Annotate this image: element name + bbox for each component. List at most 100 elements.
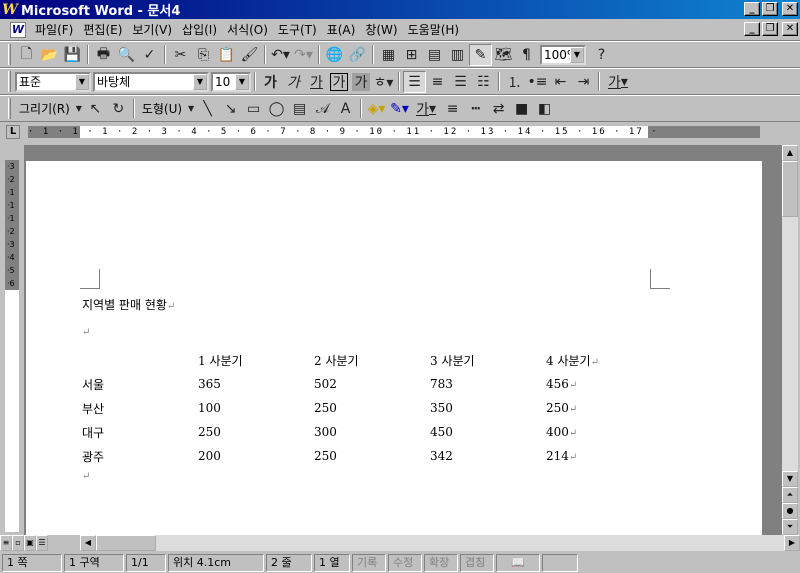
line-icon[interactable]: ╲ bbox=[196, 98, 219, 120]
decrease-indent-icon[interactable]: ⇤ bbox=[549, 71, 572, 93]
menu-format[interactable]: 서식(O) bbox=[222, 21, 273, 38]
browse-object-icon[interactable]: ● bbox=[782, 503, 798, 519]
font-size-dropdown[interactable]: 10 ▼ bbox=[211, 71, 251, 92]
font-dropdown[interactable]: 바탕체 ▼ bbox=[93, 71, 209, 92]
chevron-down-icon[interactable]: ▼ bbox=[570, 46, 584, 63]
draw-menu-button[interactable]: 그리기(R) bbox=[15, 100, 74, 117]
italic-button[interactable]: 가 bbox=[282, 71, 305, 93]
print-icon[interactable]: 🖶 bbox=[92, 44, 115, 66]
underline-button[interactable]: 가 bbox=[305, 71, 328, 93]
columns-icon[interactable]: ▥ bbox=[446, 44, 469, 66]
bold-button[interactable]: 가 bbox=[259, 71, 282, 93]
new-document-icon[interactable]: 🗋 bbox=[15, 44, 38, 66]
word-app-icon[interactable]: W bbox=[2, 2, 18, 18]
align-right-icon[interactable]: ☰ bbox=[449, 71, 472, 93]
font-color-button[interactable]: 가 ▾ bbox=[603, 71, 633, 93]
chevron-down-icon[interactable]: ▼ bbox=[193, 73, 207, 90]
next-page-icon[interactable]: ⏷ bbox=[782, 519, 798, 535]
char-border-button[interactable]: 가 bbox=[330, 72, 348, 91]
insert-table-icon[interactable]: ⊞ bbox=[400, 44, 423, 66]
paste-icon[interactable]: 📋 bbox=[215, 44, 238, 66]
spelling-status-icon[interactable]: 📖 bbox=[496, 554, 540, 572]
menu-file[interactable]: 파일(F) bbox=[30, 21, 78, 38]
previous-page-icon[interactable]: ⏶ bbox=[782, 487, 798, 503]
scroll-up-arrow-icon[interactable]: ▲ bbox=[782, 145, 798, 161]
justify-icon[interactable]: ☷ bbox=[472, 71, 495, 93]
toolbar-grip[interactable] bbox=[8, 98, 11, 119]
restore-button[interactable]: ❐ bbox=[762, 2, 778, 16]
char-shading-button[interactable]: 가 bbox=[352, 72, 370, 91]
doc-close-button[interactable]: ✕ bbox=[782, 22, 798, 36]
status-rec[interactable]: 기록 bbox=[352, 554, 386, 572]
style-dropdown[interactable]: 표준 ▼ bbox=[15, 71, 91, 92]
vertical-scroll-thumb[interactable] bbox=[782, 161, 798, 217]
shadow-icon[interactable]: ■ bbox=[510, 98, 533, 120]
menu-tools[interactable]: 도구(T) bbox=[273, 21, 322, 38]
document-page[interactable]: 지역별 판매 현황↵ ↵ 1 사분기 2 사분기 3 사분기 4 사분기↵ 서울… bbox=[26, 161, 762, 535]
arrow-style-icon[interactable]: ⇄ bbox=[487, 98, 510, 120]
show-hide-icon[interactable]: ¶ bbox=[515, 44, 538, 66]
zoom-dropdown[interactable]: 100% ▼ bbox=[540, 44, 586, 65]
undo-icon[interactable]: ↶▾ bbox=[269, 44, 292, 66]
fill-color-icon[interactable]: ◈▾ bbox=[365, 98, 388, 120]
horizontal-scroll-thumb[interactable] bbox=[96, 535, 156, 551]
status-trk[interactable]: 수정 bbox=[388, 554, 422, 572]
tab-selector[interactable]: L bbox=[6, 125, 20, 139]
chevron-down-icon[interactable]: ▼ bbox=[186, 98, 196, 120]
insert-worksheet-icon[interactable]: ▤ bbox=[423, 44, 446, 66]
numbering-icon[interactable]: ⒈ bbox=[503, 71, 526, 93]
format-painter-icon[interactable]: 🖌 bbox=[238, 44, 261, 66]
menu-window[interactable]: 창(W) bbox=[360, 21, 402, 38]
line-style-icon[interactable]: ≡ bbox=[441, 98, 464, 120]
line-color-icon[interactable]: ✎▾ bbox=[388, 98, 411, 120]
toolbar-grip[interactable] bbox=[8, 71, 11, 92]
toolbar-grip[interactable] bbox=[8, 44, 11, 65]
align-center-icon[interactable]: ≡ bbox=[426, 71, 449, 93]
menu-view[interactable]: 보기(V) bbox=[127, 21, 177, 38]
status-ovr[interactable]: 겹침 bbox=[460, 554, 494, 572]
arrow-icon[interactable]: ↘ bbox=[219, 98, 242, 120]
chevron-down-icon[interactable]: ▼ bbox=[75, 73, 89, 90]
copy-icon[interactable]: ⎘ bbox=[192, 44, 215, 66]
vertical-ruler[interactable]: ·3·2·1·1·1·2·3·4·5·6 bbox=[5, 160, 19, 532]
vertical-scrollbar[interactable]: ▲ ▼ ⏶ ● ⏷ bbox=[782, 145, 798, 535]
close-button[interactable]: ✕ bbox=[782, 2, 798, 16]
minimize-button[interactable]: _ bbox=[744, 2, 760, 16]
menu-help[interactable]: 도움말(H) bbox=[403, 21, 465, 38]
spelling-icon[interactable]: ✓ bbox=[138, 44, 161, 66]
doc-minimize-button[interactable]: _ bbox=[744, 22, 760, 36]
open-folder-icon[interactable]: 📂 bbox=[38, 44, 61, 66]
normal-view-icon[interactable]: ≡ bbox=[0, 535, 12, 551]
increase-indent-icon[interactable]: ⇥ bbox=[572, 71, 595, 93]
cut-icon[interactable]: ✂ bbox=[169, 44, 192, 66]
align-left-icon[interactable]: ☰ bbox=[403, 70, 426, 93]
3d-icon[interactable]: ◧ bbox=[533, 98, 556, 120]
free-rotate-icon[interactable]: ↻ bbox=[107, 98, 130, 120]
menu-table[interactable]: 표(A) bbox=[322, 21, 361, 38]
select-objects-icon[interactable]: ↖ bbox=[84, 98, 107, 120]
oval-icon[interactable]: ◯ bbox=[265, 98, 288, 120]
scroll-right-arrow-icon[interactable]: ▶ bbox=[784, 535, 800, 551]
web-toolbar-icon[interactable]: 🌐 bbox=[323, 44, 346, 66]
document-body[interactable]: 지역별 판매 현황↵ ↵ 1 사분기 2 사분기 3 사분기 4 사분기↵ 서울… bbox=[82, 296, 606, 492]
drawing-icon[interactable]: ✎ bbox=[469, 43, 492, 66]
document-map-icon[interactable]: 🗺 bbox=[492, 44, 515, 66]
web-layout-icon[interactable]: ▫ bbox=[12, 535, 24, 551]
document-icon[interactable]: W bbox=[10, 21, 26, 38]
text-box-icon[interactable]: ▤ bbox=[288, 98, 311, 120]
autoshapes-menu-button[interactable]: 도형(U) bbox=[138, 100, 186, 117]
tables-borders-icon[interactable]: ▦ bbox=[377, 44, 400, 66]
print-preview-icon[interactable]: 🔍 bbox=[115, 44, 138, 66]
phonetic-guide-icon[interactable]: ㅎ▾ bbox=[372, 71, 395, 93]
hyperlink-icon[interactable]: 🔗 bbox=[346, 44, 369, 66]
dash-style-icon[interactable]: ┅ bbox=[464, 98, 487, 120]
menu-insert[interactable]: 삽입(I) bbox=[177, 21, 222, 38]
doc-restore-button[interactable]: ❐ bbox=[762, 22, 778, 36]
scroll-down-arrow-icon[interactable]: ▼ bbox=[782, 471, 798, 487]
rectangle-icon[interactable]: ▭ bbox=[242, 98, 265, 120]
clipart-icon[interactable]: A bbox=[334, 98, 357, 120]
bullets-icon[interactable]: •≡ bbox=[526, 71, 549, 93]
draw-font-color-button[interactable]: 가 ▾ bbox=[411, 98, 441, 120]
horizontal-scrollbar[interactable]: ◀ ▶ bbox=[80, 535, 800, 551]
redo-icon[interactable]: ↷▾ bbox=[292, 44, 315, 66]
